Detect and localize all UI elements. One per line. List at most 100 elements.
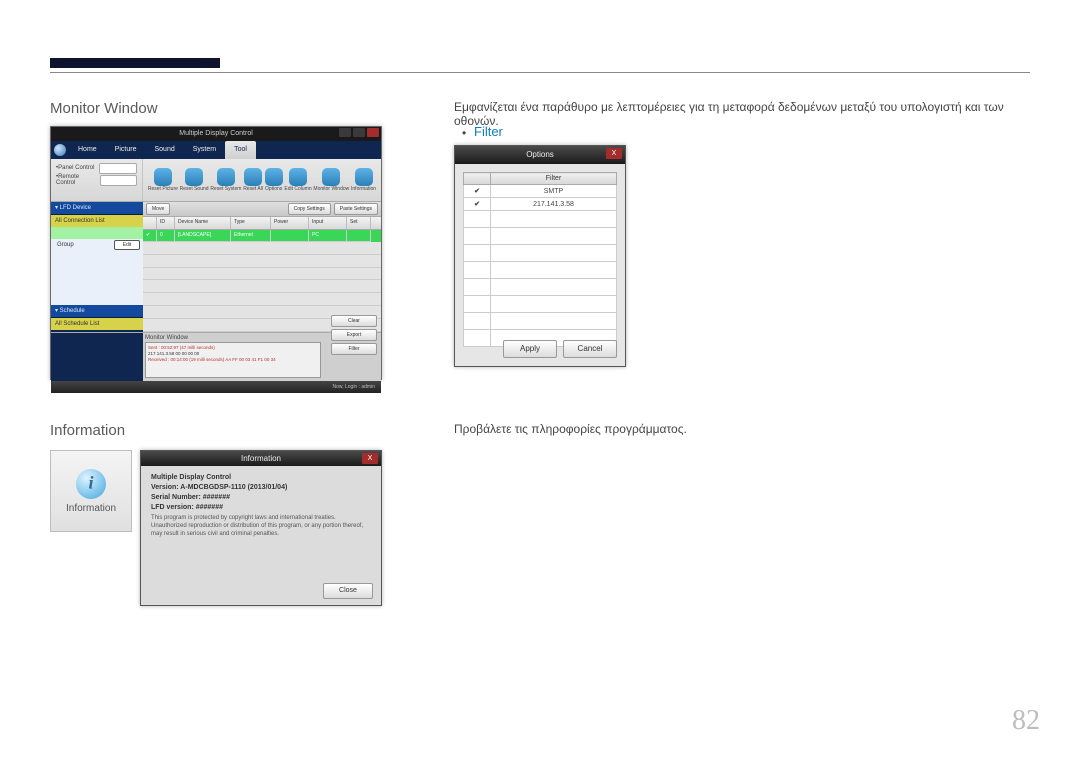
sidebar-lfd-header[interactable]: ▾ LFD Device <box>51 202 143 215</box>
th-check[interactable] <box>143 217 157 229</box>
monitor-window-description: Εμφανίζεται ένα παράθυρο με λεπτομέρειες… <box>454 100 1034 128</box>
information-icon-tile[interactable]: i Information <box>50 450 132 532</box>
options-th-filter: Filter <box>491 173 617 185</box>
header-divider <box>50 72 1030 73</box>
information-titlebar: Information X <box>141 451 381 466</box>
td-device-name: [LANDSCAPE] <box>175 230 231 242</box>
tab-home[interactable]: Home <box>69 141 106 159</box>
info-heading: Multiple Display Control <box>151 474 371 481</box>
monitor-buttons: Clear Export Filter <box>331 315 377 355</box>
paste-settings-button[interactable]: Paste Settings <box>334 203 378 215</box>
options-th-check <box>464 173 491 185</box>
td-type: Ethernet <box>231 230 271 242</box>
information-close-button[interactable]: X <box>362 453 378 464</box>
cancel-button[interactable]: Cancel <box>563 340 617 358</box>
table-header: ID Device Name Type Power Input Set <box>143 217 381 230</box>
info-icon-label: Information <box>66 503 116 514</box>
status-bar: Now, Login : admin <box>51 381 381 393</box>
table-row-blank <box>143 293 381 306</box>
reset-system-icon <box>217 168 235 186</box>
reset-system-button[interactable]: Reset System <box>210 168 241 192</box>
filter-button[interactable]: Filter <box>331 343 377 355</box>
information-icon <box>355 168 373 186</box>
maximize-button[interactable] <box>353 128 365 137</box>
monitor-window-button[interactable]: Monitor Window <box>313 168 349 192</box>
table-row[interactable]: ✔ 0 [LANDSCAPE] Ethernet PC <box>143 230 381 242</box>
monitor-window-heading: Monitor Window <box>50 100 158 117</box>
sidebar-spacer <box>51 251 143 305</box>
info-version: Version: A-MDCBGDSP-1110 (2013/01/04) <box>151 484 371 491</box>
sidebar-all-connection[interactable]: All Connection List <box>51 215 143 227</box>
options-row-value: 217.141.3.58 <box>491 198 617 211</box>
main-toolbar: Move Copy Settings Paste Settings <box>143 202 381 217</box>
sidebar-group[interactable]: Group Edit <box>51 239 143 251</box>
td-check[interactable]: ✔ <box>143 230 157 242</box>
reset-sound-button[interactable]: Reset Sound <box>180 168 209 192</box>
tab-picture[interactable]: Picture <box>106 141 146 159</box>
table-row-blank <box>143 280 381 293</box>
reset-picture-button[interactable]: Reset Picture <box>148 168 178 192</box>
th-type[interactable]: Type <box>231 217 271 229</box>
options-dialog: Options X Filter ✔ SMTP ✔ 217.141.3.58 <box>454 145 626 367</box>
reset-all-button[interactable]: Reset All <box>243 168 263 192</box>
minimize-button[interactable] <box>339 128 351 137</box>
close-button[interactable] <box>367 128 379 137</box>
ribbon-icons: Reset Picture Reset Sound Reset System R… <box>143 159 381 201</box>
apply-button[interactable]: Apply <box>503 340 557 358</box>
information-heading: Information <box>50 422 125 439</box>
options-row-check[interactable]: ✔ <box>464 198 491 211</box>
sidebar-selected-row[interactable] <box>51 227 143 239</box>
options-icon <box>265 168 283 186</box>
ribbon-control-panel: •Panel Control •Remote Control <box>51 159 143 201</box>
options-row[interactable]: ✔ 217.141.3.58 <box>464 198 617 211</box>
export-button[interactable]: Export <box>331 329 377 341</box>
options-row-check[interactable]: ✔ <box>464 185 491 198</box>
information-button[interactable]: Information <box>351 168 376 192</box>
copy-settings-button[interactable]: Copy Settings <box>288 203 331 215</box>
sidebar-schedule-header[interactable]: ▾ Schedule <box>51 305 143 318</box>
th-power[interactable]: Power <box>271 217 309 229</box>
sidebar-all-schedule[interactable]: All Schedule List <box>51 318 143 330</box>
options-close-button[interactable]: X <box>606 148 622 159</box>
info-lfd-version: LFD version: ####### <box>151 504 371 511</box>
app-titlebar: Multiple Display Control <box>51 127 381 141</box>
header-accent-bar <box>50 58 220 68</box>
tab-system[interactable]: System <box>184 141 225 159</box>
th-set[interactable]: Set <box>347 217 371 229</box>
remote-control-dropdown[interactable] <box>100 175 138 186</box>
td-id: 0 <box>157 230 175 242</box>
information-description: Προβάλετε τις πληροφορίες προγράμματος. <box>454 422 687 436</box>
monitor-side <box>51 333 143 381</box>
monitor-line-received: Received : 00:14:00 (19 milli seconds) A… <box>148 357 318 363</box>
panel-control-dropdown[interactable] <box>99 163 137 174</box>
edit-column-button[interactable]: Edit Column <box>284 168 311 192</box>
bullet: • <box>462 126 466 140</box>
options-titlebar: Options X <box>455 146 625 164</box>
information-title-text: Information <box>241 454 281 463</box>
ribbon: •Panel Control •Remote Control Reset Pic… <box>51 159 381 202</box>
td-set <box>347 230 371 242</box>
sidebar-group-label: Group <box>57 239 74 251</box>
options-button[interactable]: Options <box>265 168 283 192</box>
move-button[interactable]: Move <box>146 203 170 215</box>
back-icon[interactable] <box>54 144 66 156</box>
clear-button[interactable]: Clear <box>331 315 377 327</box>
remote-control-label: •Remote Control <box>56 174 100 186</box>
th-device-name[interactable]: Device Name <box>175 217 231 229</box>
options-row[interactable]: ✔ SMTP <box>464 185 617 198</box>
tab-tool[interactable]: Tool <box>225 141 256 159</box>
monitor-log: Sent : 00:52:97 (47 milli seconds) 217.1… <box>145 342 321 378</box>
edit-column-icon <box>289 168 307 186</box>
th-id[interactable]: ID <box>157 217 175 229</box>
information-dialog: Information X Multiple Display Control V… <box>140 450 382 606</box>
app-window: Multiple Display Control Home Picture So… <box>50 126 382 380</box>
th-input[interactable]: Input <box>309 217 347 229</box>
sidebar-edit-button[interactable]: Edit <box>114 240 140 250</box>
tab-sound[interactable]: Sound <box>145 141 183 159</box>
reset-sound-icon <box>185 168 203 186</box>
td-input: PC <box>309 230 347 242</box>
page-number: 82 <box>1012 705 1040 737</box>
info-close-button[interactable]: Close <box>323 583 373 599</box>
table-row-blank <box>143 268 381 281</box>
options-row-value: SMTP <box>491 185 617 198</box>
